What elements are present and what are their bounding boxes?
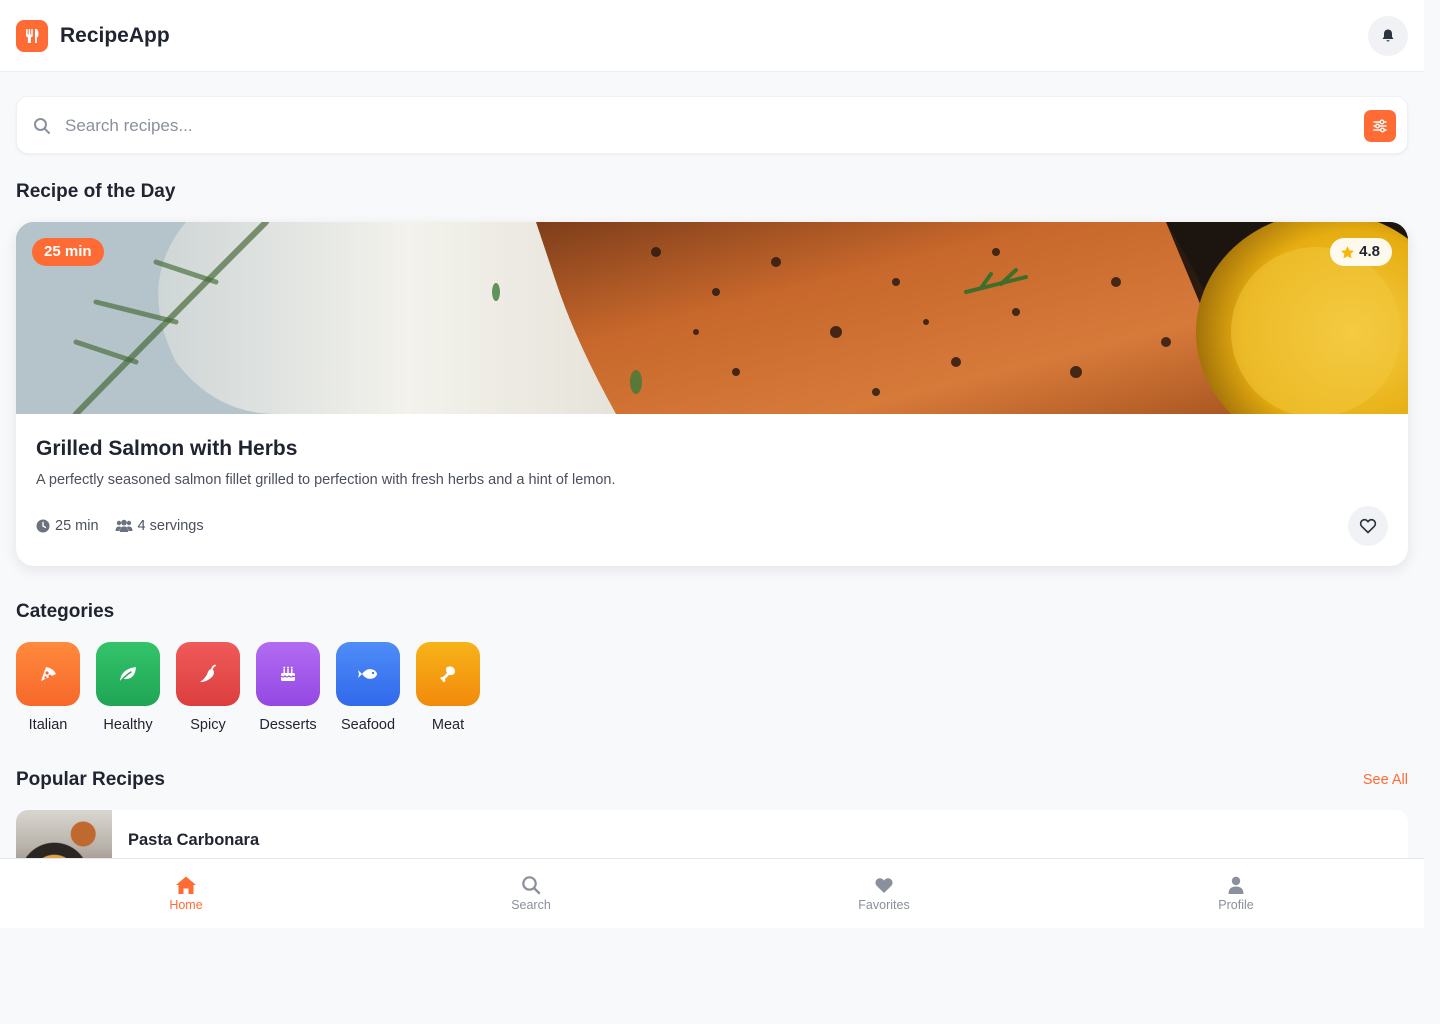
favorite-button[interactable] [1348, 506, 1388, 546]
cake-icon [256, 642, 320, 706]
featured-recipe-title: Grilled Salmon with Herbs [36, 437, 298, 460]
servings: 4 servings [115, 518, 204, 534]
heart-outline-icon [1359, 518, 1377, 534]
nav-home[interactable]: Home [126, 875, 246, 912]
notifications-button[interactable] [1368, 16, 1408, 56]
home-icon [176, 876, 196, 894]
app-title: RecipeApp [60, 24, 170, 47]
nav-favorites[interactable]: Favorites [824, 875, 944, 912]
heart-icon [875, 878, 893, 893]
category-label: Spicy [190, 717, 226, 733]
app-root: RecipeApp Recipe of the Day [0, 0, 1424, 928]
clock-icon [36, 519, 50, 533]
bottom-navigation: Home Search Favorites Profile [0, 858, 1424, 928]
cook-time: 25 min [36, 518, 99, 534]
category-label: Seafood [340, 717, 396, 733]
search-input[interactable] [65, 111, 1325, 141]
nav-search[interactable]: Search [471, 875, 591, 912]
popular-recipes-heading: Popular Recipes [16, 769, 165, 790]
see-all-link[interactable]: See All [1363, 771, 1408, 789]
app-header: RecipeApp [0, 0, 1424, 72]
category-healthy[interactable]: Healthy [96, 642, 160, 734]
cook-time-badge: 25 min [32, 238, 104, 266]
search-icon [522, 876, 541, 895]
drumstick-icon [416, 642, 480, 706]
nav-label: Profile [1218, 898, 1254, 912]
category-label: Italian [28, 717, 68, 733]
nav-label: Search [511, 898, 551, 912]
fish-icon [336, 642, 400, 706]
rating-value: 4.8 [1359, 243, 1380, 260]
nav-label: Home [169, 898, 203, 912]
category-label: Desserts [259, 717, 317, 733]
recipe-meta: 25 min 4 servings [36, 517, 220, 535]
category-spicy[interactable]: Spicy [176, 642, 240, 734]
category-desserts[interactable]: Desserts [256, 642, 320, 734]
category-list: Italian Healthy Spicy Desserts Seafood M… [16, 642, 480, 734]
category-label: Healthy [103, 717, 153, 733]
sliders-icon [1373, 119, 1387, 133]
nav-label: Favorites [858, 898, 910, 912]
pepper-icon [176, 642, 240, 706]
users-icon [115, 519, 133, 532]
recipe-of-the-day-heading: Recipe of the Day [16, 181, 176, 202]
servings-value: 4 servings [137, 518, 204, 534]
featured-recipe-card[interactable]: 25 min 4.8 Grilled Salmon with Herbs A p… [16, 222, 1408, 566]
bell-icon [1382, 29, 1394, 42]
category-italian[interactable]: Italian [16, 642, 80, 734]
filter-button[interactable] [1364, 110, 1396, 142]
featured-recipe-description: A perfectly seasoned salmon fillet grill… [36, 472, 616, 488]
popular-recipe-title: Pasta Carbonara [128, 831, 260, 849]
categories-heading: Categories [16, 601, 115, 622]
nav-profile[interactable]: Profile [1176, 875, 1296, 912]
leaf-icon [96, 642, 160, 706]
user-icon [1228, 876, 1244, 894]
cook-time-value: 25 min [55, 518, 99, 534]
recipe-hero-image: 25 min 4.8 [16, 222, 1408, 414]
star-icon [1341, 245, 1355, 258]
pizza-icon [16, 642, 80, 706]
search-bar [16, 96, 1408, 154]
category-label: Meat [431, 717, 465, 733]
page-scrollbar[interactable] [1424, 0, 1440, 1024]
search-icon [34, 118, 50, 134]
rating-badge: 4.8 [1330, 238, 1392, 266]
utensils-icon [16, 20, 48, 52]
category-meat[interactable]: Meat [416, 642, 480, 734]
category-seafood[interactable]: Seafood [336, 642, 400, 734]
